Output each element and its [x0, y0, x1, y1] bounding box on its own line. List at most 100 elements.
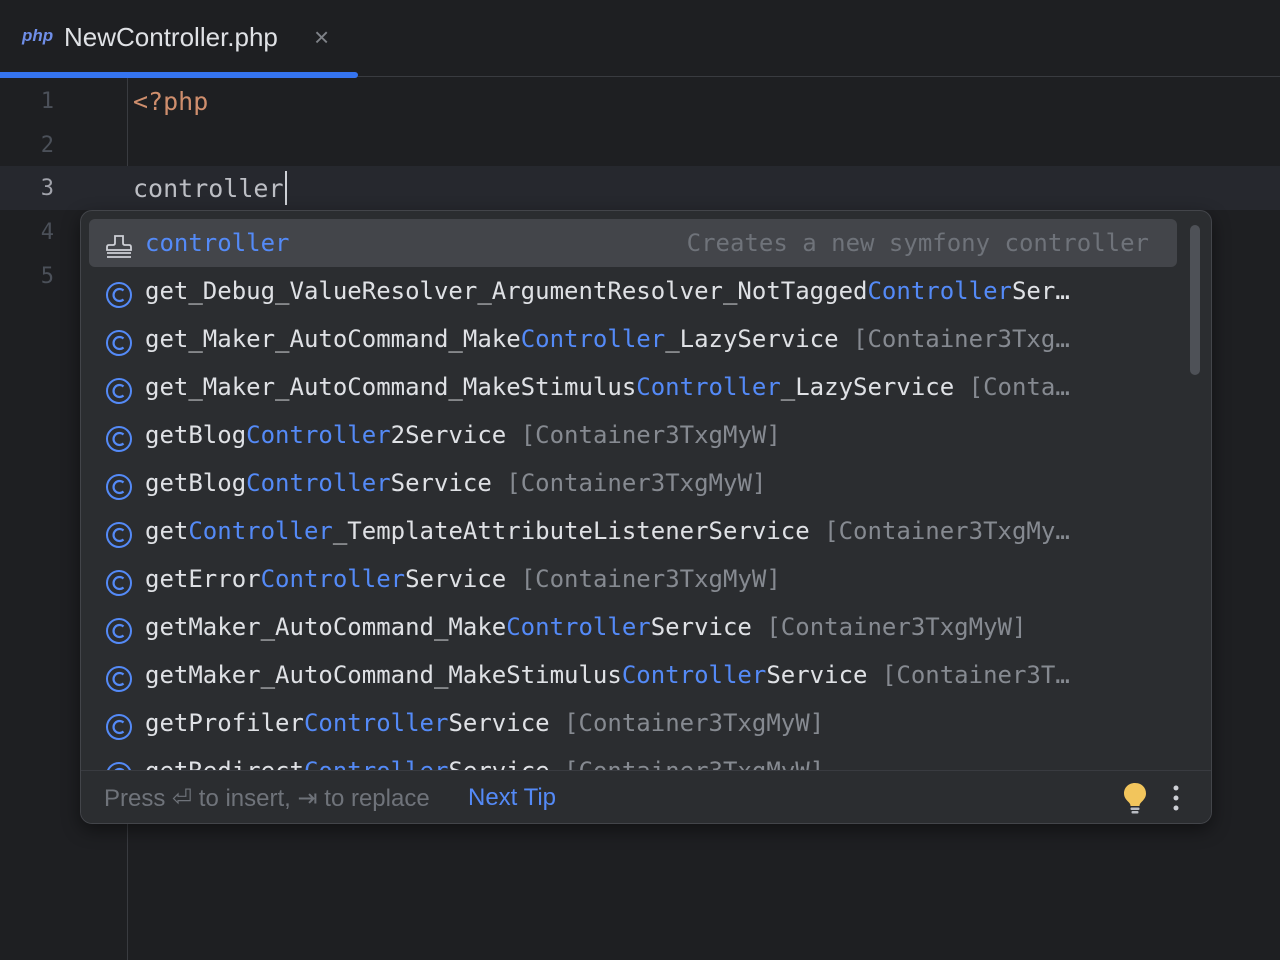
label-part: getProfiler: [145, 709, 304, 737]
tab-title[interactable]: NewController.php: [64, 22, 278, 53]
label-part: getBlog: [145, 421, 247, 449]
close-icon[interactable]: ×: [314, 24, 329, 50]
tab-newcontroller-php[interactable]: php NewController.php ×: [0, 0, 358, 78]
code-line-1[interactable]: <?php: [133, 80, 208, 124]
line-number[interactable]: 5: [0, 255, 54, 299]
label-part: _LazyService: [780, 373, 955, 401]
live-template-icon: [105, 229, 133, 258]
type-hint: [Conta…: [954, 373, 1070, 401]
completion-item-label: get_Maker_AutoCommand_MakeController_Laz…: [145, 315, 1145, 363]
match-highlight: Controller: [520, 325, 666, 353]
label-part: get: [145, 517, 189, 545]
completion-item[interactable]: get_Maker_AutoCommand_MakeStimulusContro…: [89, 363, 1177, 411]
completion-item-label: getController_TemplateAttributeListenerS…: [145, 507, 1145, 555]
completion-popup: controller Creates a new symfony controll…: [80, 210, 1212, 824]
class-icon: [105, 421, 133, 452]
completion-item-label: getBlogController2Service [Container3Txg…: [145, 411, 1145, 459]
completion-item[interactable]: getErrorControllerService [Container3Txg…: [89, 555, 1177, 603]
completion-item-selected[interactable]: controller Creates a new symfony controll…: [89, 219, 1177, 267]
match-highlight: Controller: [188, 517, 333, 545]
label-part: getMaker_AutoCommand_MakeStimulus: [145, 661, 622, 689]
label-part: get_Maker_AutoCommand_MakeStimulus: [145, 373, 637, 401]
more-options-icon[interactable]: [1166, 783, 1186, 813]
label-part: Service: [650, 613, 752, 641]
class-icon: [105, 661, 133, 692]
match-highlight: Controller: [246, 421, 391, 449]
editor-tab-bar: php NewController.php ×: [0, 0, 1280, 78]
label-part: get_Debug_ValueResolver_ArgumentResolver…: [145, 277, 868, 305]
completion-item-label: getErrorControllerService [Container3Txg…: [145, 555, 1145, 603]
completion-item[interactable]: getController_TemplateAttributeListenerS…: [89, 507, 1177, 555]
class-icon: [105, 517, 133, 548]
insert-replace-hint: Press ⏎ to insert, ⇥ to replace: [104, 785, 430, 812]
label-part: Ser…: [1011, 277, 1070, 305]
label-part: Service: [405, 565, 507, 593]
class-icon: [105, 757, 133, 770]
type-hint: [Container3TxgMyW]: [506, 565, 781, 593]
class-icon: [105, 277, 133, 308]
line-number-active[interactable]: 3: [0, 167, 54, 211]
completion-item[interactable]: getBlogControllerService [Container3TxgM…: [89, 459, 1177, 507]
completion-item-description: Creates a new symfony controller: [686, 229, 1149, 257]
type-hint: [Container3TxgMyW]: [491, 469, 767, 497]
label-part: _LazyService: [665, 325, 839, 353]
class-icon: [105, 373, 133, 404]
completion-item[interactable]: getMaker_AutoCommand_MakeControllerServi…: [89, 603, 1177, 651]
completion-item-label: getRedirectControllerService [Container3…: [145, 747, 1145, 770]
match-highlight: Controller: [506, 613, 651, 641]
line-number[interactable]: 2: [0, 124, 54, 168]
php-file-icon: php: [22, 26, 54, 45]
class-icon: [105, 325, 133, 356]
match-highlight: Controller: [636, 373, 781, 401]
completion-item-label: get_Debug_ValueResolver_ArgumentResolver…: [145, 267, 1145, 315]
code-line-3[interactable]: controller: [133, 167, 287, 211]
label-part: getBlog: [145, 469, 247, 497]
label-part: getRedirect: [145, 757, 304, 770]
type-hint: [Container3TxgMyW]: [550, 757, 824, 770]
match-highlight: Controller: [304, 757, 449, 770]
label-part: _TemplateAttributeListenerService: [332, 517, 810, 545]
next-tip-link[interactable]: Next Tip: [468, 784, 556, 812]
completion-item-label: getMaker_AutoCommand_MakeControllerServi…: [145, 603, 1145, 651]
type-hint: [Container3T…: [867, 661, 1070, 689]
type-hint: [Container3TxgMyW]: [751, 613, 1027, 641]
label-part: Service: [766, 661, 868, 689]
class-icon: [105, 613, 133, 644]
type-hint: [Container3TxgMyW]: [506, 421, 781, 449]
label-part: 2Service: [390, 421, 507, 449]
match-highlight: Controller: [260, 565, 406, 593]
label-part: Service: [448, 757, 549, 770]
completion-scrollbar[interactable]: [1190, 225, 1200, 375]
completion-footer: Press ⏎ to insert, ⇥ to replace Next Tip: [81, 770, 1211, 823]
label-part: getError: [145, 565, 261, 593]
match-highlight: Controller: [867, 277, 1012, 305]
type-hint: [Container3TxgMy…: [809, 517, 1070, 545]
completion-item[interactable]: get_Maker_AutoCommand_MakeController_Laz…: [89, 315, 1177, 363]
label-part: Service: [390, 469, 492, 497]
gutter-divider: [127, 78, 128, 166]
active-tab-indicator: [0, 72, 358, 78]
lightbulb-icon[interactable]: [1121, 781, 1149, 815]
label-part: getMaker_AutoCommand_Make: [145, 613, 507, 641]
match-highlight: Controller: [246, 469, 391, 497]
line-number[interactable]: 1: [0, 80, 54, 124]
type-hint: [Container3TxgMyW]: [549, 709, 825, 737]
class-icon: [105, 469, 133, 500]
completion-item[interactable]: getMaker_AutoCommand_MakeStimulusControl…: [89, 651, 1177, 699]
completion-item-label: getMaker_AutoCommand_MakeStimulusControl…: [145, 651, 1145, 699]
class-icon: [105, 565, 133, 596]
completion-list[interactable]: controller Creates a new symfony controll…: [81, 211, 1191, 770]
completion-item-label: getBlogControllerService [Container3TxgM…: [145, 459, 1145, 507]
completion-item[interactable]: getProfilerControllerService [Container3…: [89, 699, 1177, 747]
match-highlight: Controller: [621, 661, 767, 689]
class-icon: [105, 709, 133, 740]
line-number[interactable]: 4: [0, 211, 54, 255]
match-highlight: Controller: [303, 709, 449, 737]
completion-item[interactable]: get_Debug_ValueResolver_ArgumentResolver…: [89, 267, 1177, 315]
completion-item[interactable]: getRedirectControllerService [Container3…: [89, 747, 1177, 770]
typed-text: controller: [133, 174, 284, 203]
label-part: get_Maker_AutoCommand_Make: [145, 325, 521, 353]
completion-item-label: getProfilerControllerService [Container3…: [145, 699, 1145, 747]
completion-item-label: get_Maker_AutoCommand_MakeStimulusContro…: [145, 363, 1145, 411]
completion-item[interactable]: getBlogController2Service [Container3Txg…: [89, 411, 1177, 459]
